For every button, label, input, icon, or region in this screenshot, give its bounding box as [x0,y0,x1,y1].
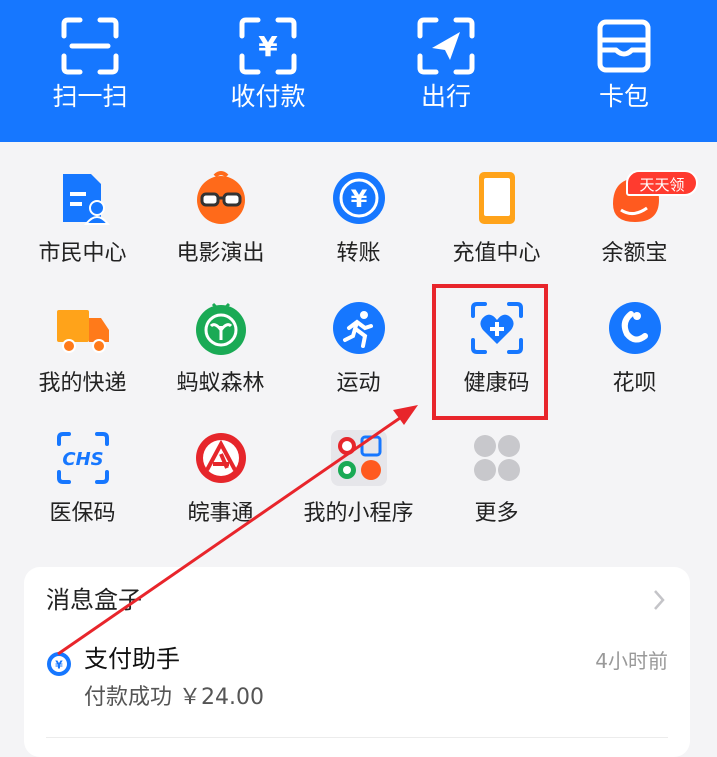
annotation-arrow [57,405,418,656]
